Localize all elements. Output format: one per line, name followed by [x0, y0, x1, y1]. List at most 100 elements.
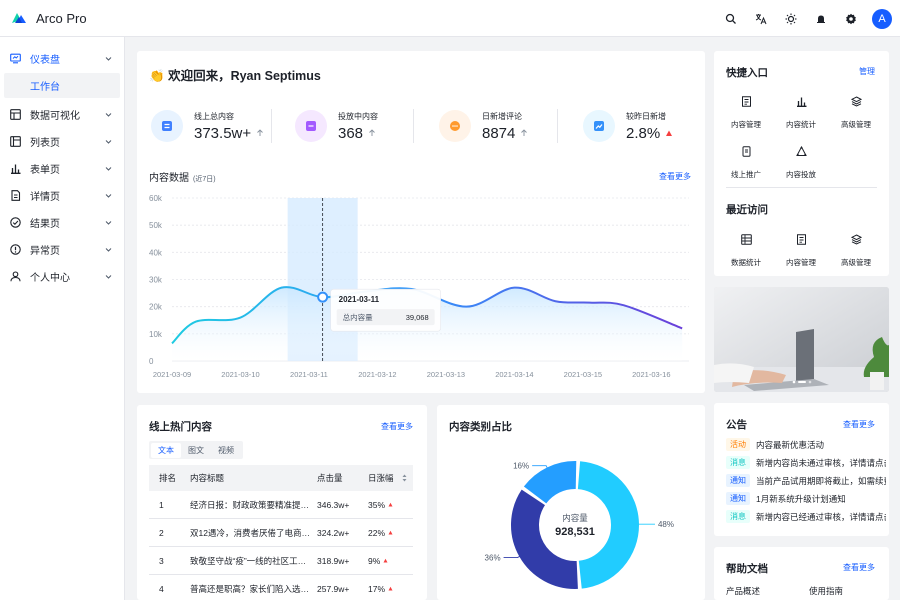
x-tick-label: 2021-03-10 [221, 370, 259, 379]
quick-item-advanced-manage[interactable]: 高级管理 [834, 86, 878, 130]
recent-item-data-stats[interactable]: 数据统计 [724, 224, 768, 268]
stat-divider [413, 109, 414, 143]
table-row[interactable]: 1 经济日报：财政政策要精准提升效能 346.3w+ 35% [149, 491, 413, 519]
recent-item-content-manage[interactable]: 内容管理 [779, 224, 823, 268]
view-more-link[interactable]: 查看更多 [843, 419, 875, 430]
translate-icon[interactable] [746, 4, 776, 34]
notice-item[interactable]: 通知当前产品试用期即将截止，如需续费请点击查看。 [726, 474, 886, 487]
sidebar-item-workplace[interactable]: 工作台 [4, 73, 120, 98]
search-icon[interactable] [716, 4, 746, 34]
row-clicks: 318.9w+ [317, 555, 350, 566]
stat-growth: 较昨日新增 2.8% [583, 104, 673, 148]
dashboard-icon [9, 53, 21, 65]
chart-tooltip: 2021-03-11 总内容量 39,068 [330, 288, 441, 332]
view-more-link[interactable]: 查看更多 [843, 562, 875, 573]
manage-link[interactable]: 管理 [859, 66, 875, 77]
row-rank: 3 [159, 555, 164, 566]
sidebar-item-detail[interactable]: 详情页 [0, 182, 124, 209]
quick-item-label: 内容投放 [786, 170, 816, 179]
table-row[interactable]: 4 普高还是职高？家长们陷入选择困难 257.9w+ 17% [149, 575, 413, 600]
tab-video[interactable]: 视频 [211, 443, 241, 458]
quick-item-content-stats[interactable]: 内容统计 [779, 86, 823, 130]
arrow-up-icon [369, 129, 375, 136]
chevron-down-icon [105, 194, 112, 198]
notice-item[interactable]: 消息新增内容已经通过审核，详情请点击查看。 [726, 510, 886, 523]
sidebar-item-exception[interactable]: 异常页 [0, 236, 124, 263]
check-circle-icon [9, 217, 21, 229]
notice-item[interactable]: 活动 内容最新优惠活动 [726, 438, 886, 451]
arco-logo-icon [12, 13, 26, 23]
sidebar-item-list[interactable]: 列表页 [0, 128, 124, 155]
slice-label: 48% [658, 520, 674, 529]
recent-item-advanced-manage[interactable]: 高级管理 [834, 224, 878, 268]
stat-value: 373.5w+ [194, 124, 252, 142]
notice-tag: 通知 [726, 474, 750, 487]
y-tick-label: 40k [149, 248, 163, 257]
category-donut-chart: 48% 36% 16% 内容量 928,531 [485, 461, 674, 589]
quick-item-content-manage[interactable]: 内容管理 [724, 86, 768, 130]
table-row[interactable]: 3 致敬坚守战“疫”一线的社区工作者 318.9w+ 9% [149, 547, 413, 575]
row-rank: 1 [159, 499, 164, 510]
stat-label: 日新增评论 [482, 111, 522, 121]
sidebar-item-form[interactable]: 表单页 [0, 155, 124, 182]
x-tick-label: 2021-03-16 [632, 370, 670, 379]
recent-item-label: 内容管理 [786, 258, 816, 267]
triangle-up-icon [388, 502, 393, 507]
banner-carousel[interactable] [714, 287, 889, 392]
sidebar-item-label: 异常页 [30, 246, 60, 257]
deliver-icon [786, 136, 816, 166]
row-growth: 22% [368, 527, 386, 538]
column-header-growth[interactable]: 日涨幅 [361, 472, 413, 484]
sidebar-item-visualization[interactable]: 数据可视化 [0, 101, 124, 128]
help-docs-title: 帮助文档 [726, 563, 768, 575]
stat-label: 线上总内容 [194, 111, 234, 121]
sidebar-item-result[interactable]: 结果页 [0, 209, 124, 236]
category-ratio-card: 内容类别占比 48% 36% 16% 内容量 928,531 [437, 405, 705, 600]
notice-item[interactable]: 消息新增内容尚未通过审核，详情请点击查看。 [726, 456, 886, 469]
quick-item-content-delivery[interactable]: 内容投放 [779, 136, 823, 180]
sort-icon[interactable] [402, 474, 407, 482]
quick-item-online-promotion[interactable]: 线上推广 [724, 136, 768, 180]
theme-icon[interactable] [776, 4, 806, 34]
help-item-overview[interactable]: 产品概述 [726, 585, 760, 597]
donut-center-label: 内容量 [562, 513, 588, 523]
triangle-up-icon [666, 130, 673, 136]
help-item-guide[interactable]: 使用指南 [809, 585, 843, 597]
quick-item-label: 高级管理 [841, 120, 871, 129]
column-header-clicks[interactable]: 点击量 [310, 472, 361, 484]
table-row[interactable]: 2 双12遇冷，消费者厌倦了电商平台的促销节日 324.2w+ 22% [149, 519, 413, 547]
tooltip-label: 总内容量 [343, 312, 373, 322]
row-growth: 9% [368, 555, 381, 566]
pie-slice [523, 461, 577, 504]
notice-item[interactable]: 通知 1月新系统升级计划通知 [726, 492, 886, 505]
chart-icon [9, 109, 21, 121]
sidebar-item-dashboard[interactable]: 仪表盘 [0, 45, 124, 72]
row-growth: 17% [368, 583, 386, 594]
welcome-title: 👏 欢迎回来，Ryan Septimus [149, 65, 321, 84]
stat-divider [557, 109, 558, 143]
logo[interactable]: Arco Pro [10, 11, 87, 26]
hot-content-title: 线上热门内容 [149, 421, 212, 433]
help-docs-card: 帮助文档 查看更多 产品概述 使用指南 [714, 547, 889, 600]
view-more-link[interactable]: 查看更多 [659, 171, 691, 182]
user-avatar[interactable]: A [872, 8, 892, 29]
row-clicks: 346.3w+ [317, 499, 350, 510]
sidebar-item-user-center[interactable]: 个人中心 [0, 263, 124, 290]
bell-icon[interactable] [806, 4, 836, 34]
sidebar-item-label: 仪表盘 [30, 55, 60, 66]
table-icon [731, 224, 761, 254]
chevron-down-icon [105, 221, 112, 225]
triangle-up-icon [383, 558, 388, 563]
row-title: 经济日报：财政政策要精准提升效能 [190, 499, 310, 510]
comment-icon [439, 110, 471, 142]
gear-icon[interactable] [836, 4, 866, 34]
tab-image-text[interactable]: 图文 [181, 443, 211, 458]
view-more-link[interactable]: 查看更多 [381, 421, 413, 432]
y-tick-label: 0 [149, 357, 154, 366]
stat-total-content: 线上总内容 373.5w+ [151, 104, 264, 148]
chart-title-text: 内容数据 [149, 173, 189, 184]
brand-name: Arco Pro [36, 10, 87, 26]
notice-text: 新增内容尚未通过审核，详情请点击查看。 [756, 457, 886, 468]
row-clicks: 324.2w+ [317, 527, 350, 538]
tab-text[interactable]: 文本 [151, 442, 181, 458]
